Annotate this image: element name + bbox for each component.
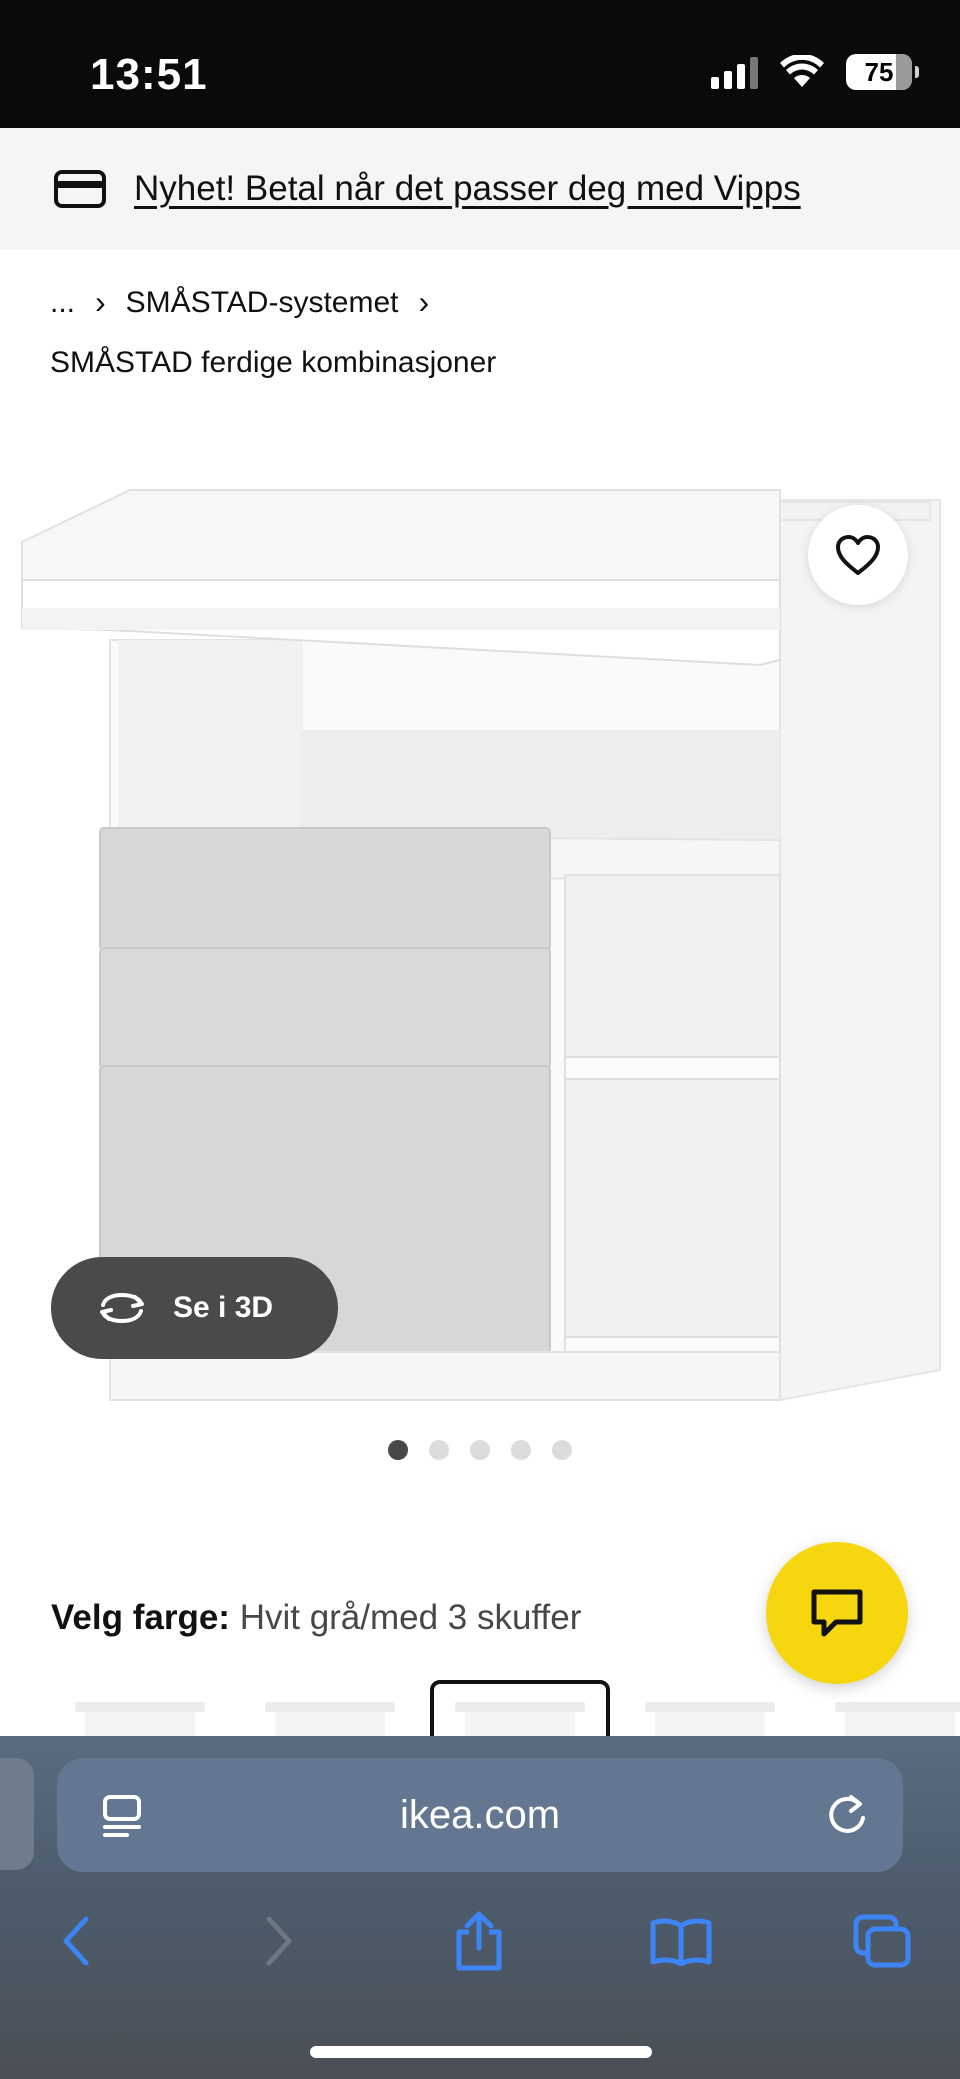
carousel-dot-2[interactable] xyxy=(429,1440,449,1460)
reload-icon[interactable] xyxy=(825,1792,869,1838)
breadcrumb-separator: › xyxy=(95,284,106,320)
color-swatch[interactable] xyxy=(75,1702,205,1738)
breadcrumb-separator: › xyxy=(418,284,430,320)
view-in-3d-label: Se i 3D xyxy=(173,1291,274,1324)
back-icon xyxy=(63,1916,89,1966)
color-selection: Velg farge: Hvit grå/med 3 skuffer xyxy=(51,1598,581,1638)
status-indicators: 75 xyxy=(711,54,919,90)
cellular-signal-icon xyxy=(711,55,758,89)
forward-icon xyxy=(266,1916,292,1966)
heart-icon xyxy=(836,535,880,575)
status-bar: 13:51 75 xyxy=(0,0,960,128)
color-swatch[interactable] xyxy=(645,1702,775,1738)
battery-level: 75 xyxy=(864,56,894,87)
browser-chrome: ikea.com xyxy=(0,1736,960,2079)
promo-link[interactable]: Nyhet! Betal når det passer deg med Vipp… xyxy=(134,169,801,209)
bookmarks-button[interactable] xyxy=(636,1896,726,1986)
breadcrumb-item-smastad-system[interactable]: SMÅSTAD-systemet xyxy=(126,286,399,320)
status-time: 13:51 xyxy=(90,50,208,99)
carousel-dot-3[interactable] xyxy=(470,1440,490,1460)
card-icon xyxy=(54,170,106,208)
image-carousel-dots xyxy=(0,1440,960,1460)
address-bar[interactable]: ikea.com xyxy=(57,1758,903,1872)
share-icon xyxy=(456,1911,502,1971)
promo-banner[interactable]: Nyhet! Betal når det passer deg med Vipp… xyxy=(0,128,960,250)
forward-button[interactable] xyxy=(235,1896,325,1986)
color-selection-label: Velg farge: xyxy=(51,1598,230,1637)
color-selection-value: Hvit grå/med 3 skuffer xyxy=(239,1598,582,1637)
previous-tab-peek[interactable] xyxy=(0,1758,34,1870)
tabs-button[interactable] xyxy=(837,1896,927,1986)
carousel-dot-4[interactable] xyxy=(511,1440,531,1460)
breadcrumb-item-combinations[interactable]: SMÅSTAD ferdige kombinasjoner xyxy=(50,346,496,380)
wifi-icon xyxy=(780,55,824,87)
battery-icon: 75 xyxy=(846,54,919,90)
url-text: ikea.com xyxy=(399,1792,561,1837)
carousel-dot-1[interactable] xyxy=(388,1440,408,1460)
breadcrumb: ... › SMÅSTAD-systemet › xyxy=(50,284,449,321)
bookmarks-icon xyxy=(650,1918,712,1966)
breadcrumb-ellipsis[interactable]: ... xyxy=(50,286,75,320)
chat-icon xyxy=(811,1589,863,1637)
share-button[interactable] xyxy=(434,1896,524,1986)
rotate-3d-icon xyxy=(100,1292,144,1324)
home-indicator[interactable] xyxy=(310,2046,652,2058)
color-swatch[interactable] xyxy=(265,1702,395,1738)
favourite-button[interactable] xyxy=(808,505,908,605)
color-swatch-selected-thumb xyxy=(455,1702,585,1738)
view-in-3d-button[interactable]: Se i 3D xyxy=(51,1257,338,1359)
reader-icon[interactable] xyxy=(101,1794,143,1838)
color-swatches xyxy=(0,1680,960,1738)
carousel-dot-5[interactable] xyxy=(552,1440,572,1460)
tabs-icon xyxy=(853,1914,911,1968)
back-button[interactable] xyxy=(30,1896,120,1986)
color-swatch[interactable] xyxy=(835,1702,960,1738)
chat-button[interactable] xyxy=(766,1542,908,1684)
browser-toolbar xyxy=(0,1896,960,2006)
